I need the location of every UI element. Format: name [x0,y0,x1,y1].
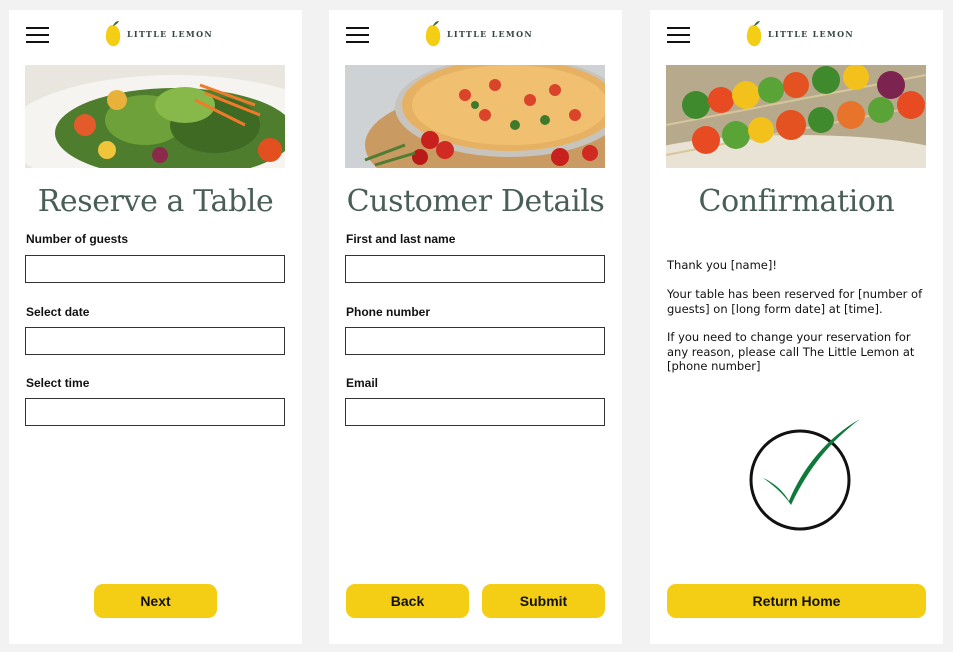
name-input[interactable] [345,255,605,283]
pizza-image [345,65,605,168]
lemon-logo-icon [105,21,121,47]
checkmark-icon [749,419,860,531]
time-label: Select time [26,376,90,390]
hamburger-menu-icon[interactable] [26,26,49,43]
next-button[interactable]: Next [94,584,217,618]
guests-input[interactable] [25,255,285,283]
customer-details-screen: LITTLE LEMON Customer Details First and … [329,10,622,644]
confirmation-screen: LITTLE LEMON Confirmation Thank you [nam… [650,10,943,644]
phone-input[interactable] [345,327,605,355]
time-input[interactable] [25,398,285,426]
little-lemon-logo[interactable]: LITTLE LEMON [424,20,533,48]
hamburger-menu-icon[interactable] [667,26,690,43]
guests-label: Number of guests [26,232,129,246]
lemon-logo-icon [425,21,441,47]
email-label: Email [346,376,379,390]
email-input[interactable] [345,398,605,426]
name-label: First and last name [346,232,456,246]
little-lemon-logo[interactable]: LITTLE LEMON [104,20,213,48]
salad-image [25,65,285,168]
page-title: Reserve a Table [37,184,274,219]
phone-label: Phone number [346,305,431,319]
date-label: Select date [26,305,90,319]
logo-text: LITTLE LEMON [768,29,854,39]
back-button[interactable]: Back [346,584,469,618]
date-input[interactable] [25,327,285,355]
page-title: Customer Details [346,184,605,219]
change-reservation-text: If you need to change your reservation f… [667,330,915,373]
little-lemon-logo[interactable]: LITTLE LEMON [745,20,854,48]
logo-text: LITTLE LEMON [127,29,213,39]
reserve-table-screen: LITTLE LEMON Reserve a Table Number of g… [9,10,302,644]
lemon-logo-icon [746,21,762,47]
skewers-image [666,65,926,168]
hamburger-menu-icon[interactable] [346,26,369,43]
submit-button[interactable]: Submit [482,584,605,618]
return-home-button[interactable]: Return Home [667,584,926,618]
page-title: Confirmation [698,184,895,219]
greeting-text: Thank you [name]! [667,258,777,272]
reservation-details-text: Your table has been reserved for [number… [667,287,923,316]
logo-text: LITTLE LEMON [447,29,533,39]
